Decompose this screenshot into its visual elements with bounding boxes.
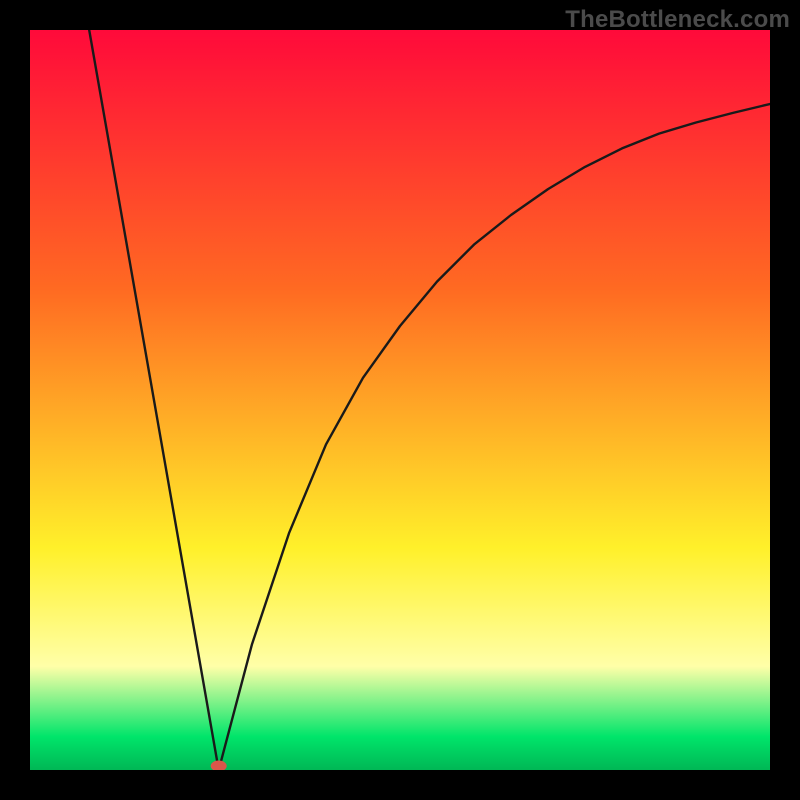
plot-area: [30, 30, 770, 770]
watermark-text: TheBottleneck.com: [565, 6, 790, 34]
gradient-background: [30, 30, 770, 770]
chart-frame: TheBottleneck.com: [0, 0, 800, 800]
